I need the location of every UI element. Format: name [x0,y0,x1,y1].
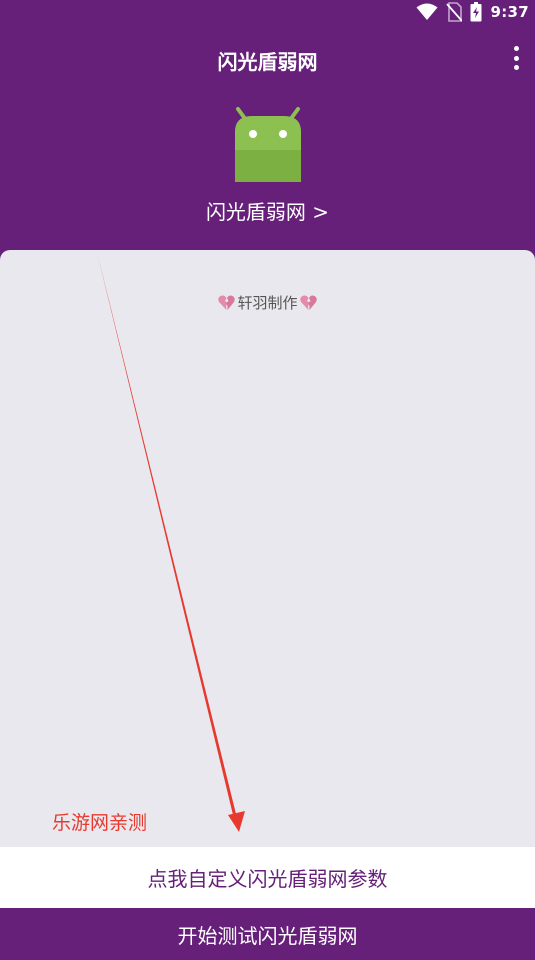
watermark-text: 乐游网亲测 [52,812,148,834]
start-test-button[interactable]: 开始测试闪光盾弱网 [0,908,535,960]
content-card: 轩羽制作 [0,250,535,850]
battery-charging-icon [470,2,482,22]
credit-text: 轩羽制作 [237,294,298,312]
overflow-menu-icon[interactable] [509,46,523,70]
status-bar: 9:37 [0,0,535,24]
credit-line: 轩羽制作 [0,292,535,313]
app-title: 闪光盾弱网 [217,50,318,74]
app-bar: 闪光盾弱网 [0,24,535,96]
status-time: 9:37 [490,3,529,21]
menu-dot [513,55,519,61]
app-subtitle-link[interactable]: 闪光盾弱网 > [0,196,535,225]
no-sim-icon [446,2,463,22]
menu-dot [513,65,519,70]
menu-dot [513,46,519,51]
wifi-icon [416,3,438,20]
broken-heart-icon [299,295,317,310]
android-robot-icon [235,107,301,182]
broken-heart-icon [218,295,236,310]
custom-params-button[interactable]: 点我自定义闪光盾弱网参数 [0,847,535,908]
app-screen: 9:37 闪光盾弱网 闪光盾弱网 > 轩羽制作 乐游网亲测 点我自定义闪光盾弱网… [0,0,535,960]
